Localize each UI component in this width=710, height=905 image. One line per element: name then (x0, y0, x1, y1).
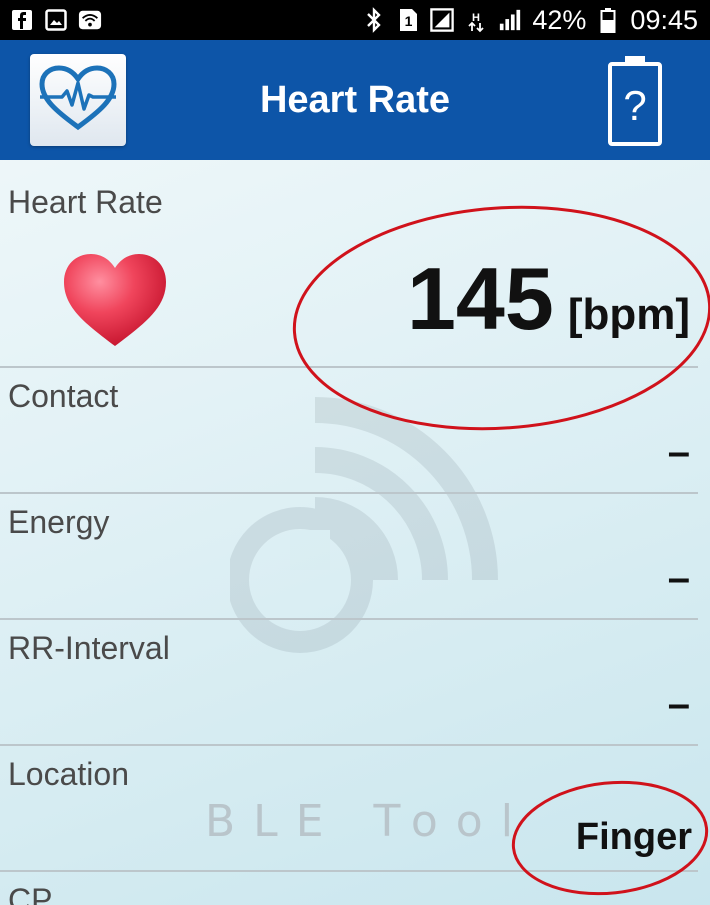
app-bar: Heart Rate ? (0, 40, 710, 160)
contact-row: Contact – (0, 368, 710, 492)
battery-icon (596, 8, 620, 33)
clock-time: 09:45 (630, 4, 698, 35)
wifi-icon (78, 8, 102, 32)
location-value: Finger (575, 816, 692, 858)
sim-1-icon: 1 (396, 8, 420, 32)
heart-rate-value: 145 [bpm] (407, 248, 690, 350)
help-label: ? (623, 82, 647, 129)
heart-icon (64, 254, 166, 346)
rr-interval-row: RR-Interval – (0, 620, 710, 744)
signal-2-icon (498, 8, 522, 32)
heart-rate-row: Heart Rate 145 [bpm] (0, 160, 710, 366)
screen: 1 H 42% 09:45 Heart Rate ? BLE Tool Hear… (0, 0, 710, 905)
app-logo[interactable] (30, 54, 126, 146)
contact-value: – (667, 430, 690, 474)
energy-label: Energy (8, 504, 110, 540)
cp-row: CP (0, 872, 710, 905)
signal-1-icon (430, 8, 455, 32)
svg-text:1: 1 (405, 13, 413, 29)
status-bar: 1 H 42% 09:45 (0, 0, 710, 40)
heart-pulse-icon (38, 64, 118, 136)
rr-interval-label: RR-Interval (8, 630, 170, 666)
rr-interval-value: – (667, 682, 690, 726)
cp-label: CP (8, 882, 53, 905)
data-icon: H (464, 8, 488, 33)
gallery-icon (44, 8, 68, 32)
battery-percent: 42% (532, 4, 587, 35)
location-label: Location (8, 756, 129, 792)
svg-text:H: H (472, 12, 480, 24)
energy-row: Energy – (0, 494, 710, 618)
heart-rate-number: 145 (406, 249, 554, 348)
battery-help-button[interactable]: ? (600, 52, 670, 148)
heart-rate-unit: [bpm] (567, 290, 690, 339)
bluetooth-icon (362, 7, 386, 33)
energy-value: – (667, 556, 690, 600)
facebook-icon (10, 8, 34, 32)
contact-label: Contact (8, 378, 119, 414)
heart-rate-label: Heart Rate (8, 184, 163, 220)
measurement-list: BLE Tool Heart Rate 145 [bpm] Contact – … (0, 160, 710, 905)
